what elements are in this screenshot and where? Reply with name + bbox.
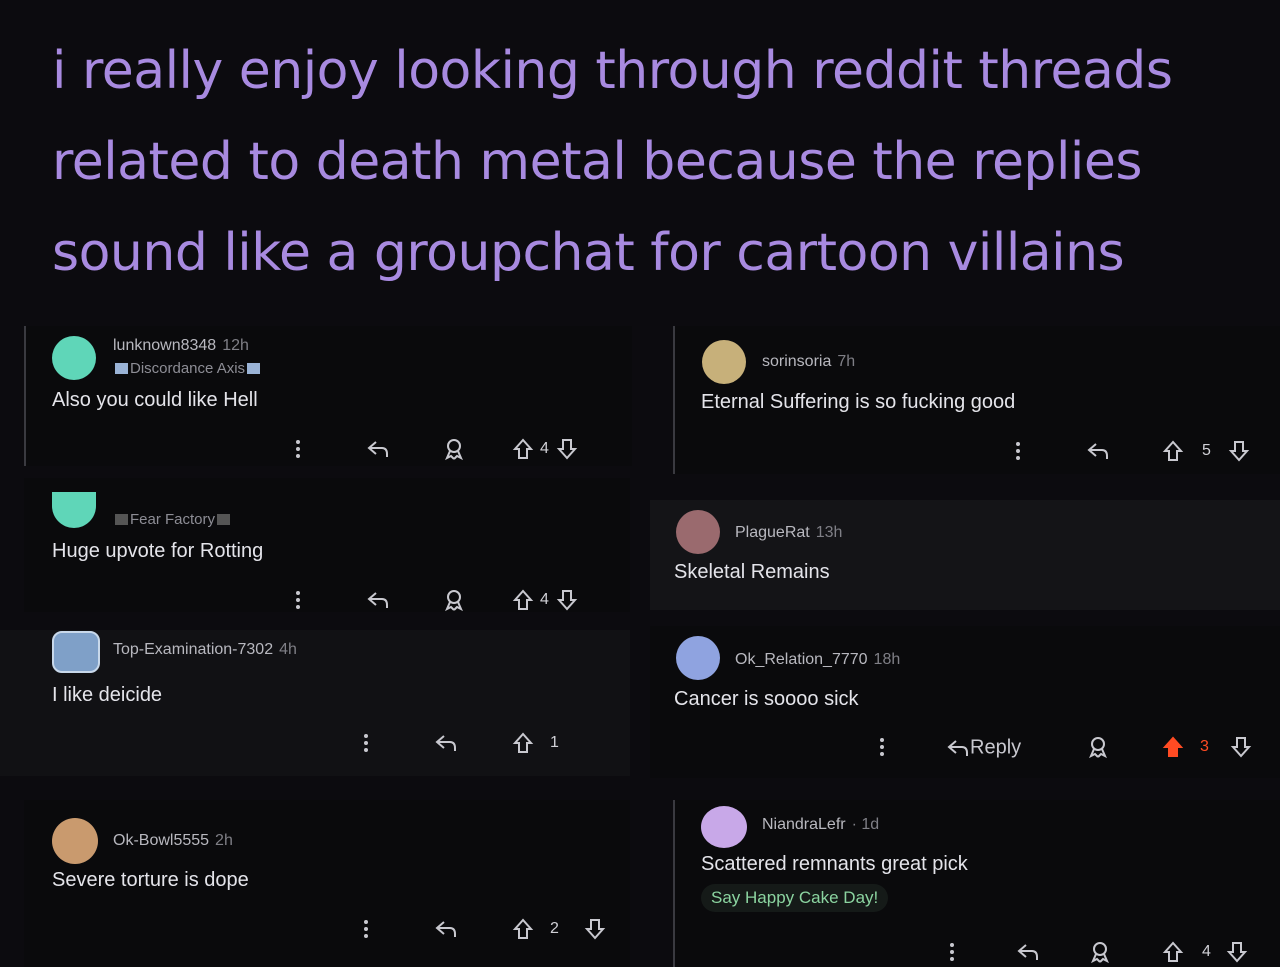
username[interactable]: lunknown8348 [113,337,216,354]
comment-author[interactable]: Ok_Relation_7770 18h [735,651,900,669]
comment-actions: 4 [290,436,610,462]
vote-count: 1 [550,734,559,751]
award-icon[interactable] [442,436,466,462]
post-title: i really enjoy looking through reddit th… [52,26,1242,299]
downvote-icon[interactable] [556,436,578,462]
comment-text: Cancer is soooo sick [674,688,859,710]
comment-text: Huge upvote for Rotting [52,540,264,562]
reply-icon[interactable] [366,436,390,462]
reply-button[interactable]: Reply [946,734,1021,761]
upvote-icon[interactable] [512,436,534,462]
timestamp: 18h [873,651,901,668]
reply-icon[interactable] [366,587,390,613]
comment-actions: 1 [358,730,578,756]
flair-text: Fear Factory [130,511,216,528]
avatar[interactable] [701,806,747,848]
downvote-icon[interactable] [1226,939,1248,965]
vote-count: 4 [540,440,549,457]
vote-count: 5 [1202,442,1211,459]
award-icon[interactable] [442,587,466,613]
award-icon[interactable] [1088,939,1112,965]
more-options-icon[interactable] [294,587,302,613]
reply-icon [947,739,968,756]
more-options-icon[interactable] [362,916,370,942]
upvote-icon[interactable] [1162,438,1184,464]
vote-count: 4 [540,591,549,608]
avatar[interactable] [52,818,98,864]
avatar[interactable] [52,336,96,380]
reply-icon[interactable] [1016,939,1040,965]
downvote-icon[interactable] [584,916,606,942]
downvote-icon[interactable] [1230,734,1252,760]
avatar[interactable] [702,340,746,384]
more-options-icon[interactable] [1014,438,1022,464]
comment-text: Also you could like Hell [52,389,258,411]
flair-icon [217,514,231,525]
username[interactable]: Ok_Relation_7770 [735,651,868,668]
vote-count: 2 [550,920,559,937]
upvote-icon-active[interactable] [1162,734,1184,760]
downvote-icon[interactable] [556,587,578,613]
reply-label: Reply [970,736,1022,759]
comment-text: Scattered remnants great pick [701,853,968,875]
comment-text: Skeletal Remains [674,561,830,583]
comment-author[interactable]: sorinsoria 7h [762,353,855,371]
title-line-3: sound like a groupchat for cartoon villa… [52,223,1125,283]
avatar[interactable] [52,631,100,673]
timestamp: · 1d [851,816,880,833]
comment-author[interactable]: Top-Examination-7302 4h [113,641,297,659]
timestamp: 12h [222,337,249,354]
timestamp: 7h [837,353,856,370]
username[interactable]: Top-Examination-7302 [113,641,273,658]
more-options-icon[interactable] [948,939,956,965]
timestamp: 2h [215,832,233,849]
username[interactable]: sorinsoria [762,353,831,370]
user-flair: Fear Factory [113,511,232,528]
cake-day-button[interactable]: Say Happy Cake Day! [701,884,889,912]
avatar[interactable] [676,510,720,554]
comment-author[interactable]: lunknown8348 12h [113,337,249,355]
reply-icon[interactable] [434,916,458,942]
vote-count: 4 [1202,943,1211,960]
timestamp: 4h [279,641,297,658]
comment-actions: 2 [358,916,618,942]
comment-actions: 5 [1010,438,1270,464]
user-flair: Discordance Axis [113,360,262,377]
comment-card [650,500,1280,610]
comment-text: Severe torture is dope [52,869,249,891]
title-line-1: i really enjoy looking through reddit th… [52,41,1173,101]
username[interactable]: PlagueRat [735,524,810,541]
vote-count: 3 [1200,738,1209,755]
more-options-icon[interactable] [362,730,370,756]
comment-actions: Reply 3 [874,734,1264,760]
more-options-icon[interactable] [294,436,302,462]
comment-author[interactable]: Ok-Bowl5555 2h [113,832,233,850]
title-line-2: related to death metal because the repli… [52,132,1142,192]
reply-icon[interactable] [1086,438,1110,464]
flair-icon [247,363,261,374]
comment-author[interactable]: NiandraLefr · 1d [762,816,879,834]
comment-actions: 4 [290,587,610,613]
comment-actions: 4 [944,939,1264,965]
flair-icon [115,363,128,374]
flair-text: Discordance Axis [130,360,246,377]
award-icon[interactable] [1086,734,1110,760]
comment-text: I like deicide [52,684,163,706]
upvote-icon[interactable] [512,916,534,942]
comment-text: Eternal Suffering is so fucking good [701,391,1016,413]
downvote-icon[interactable] [1228,438,1250,464]
username[interactable]: Ok-Bowl5555 [113,832,209,849]
reply-icon[interactable] [434,730,458,756]
upvote-icon[interactable] [1162,939,1184,965]
avatar[interactable] [676,636,720,680]
more-options-icon[interactable] [878,734,886,760]
flair-icon [115,514,128,525]
upvote-icon[interactable] [512,730,534,756]
comment-author[interactable]: PlagueRat 13h [735,524,842,542]
username[interactable]: NiandraLefr [762,816,846,833]
timestamp: 13h [815,524,843,541]
upvote-icon[interactable] [512,587,534,613]
